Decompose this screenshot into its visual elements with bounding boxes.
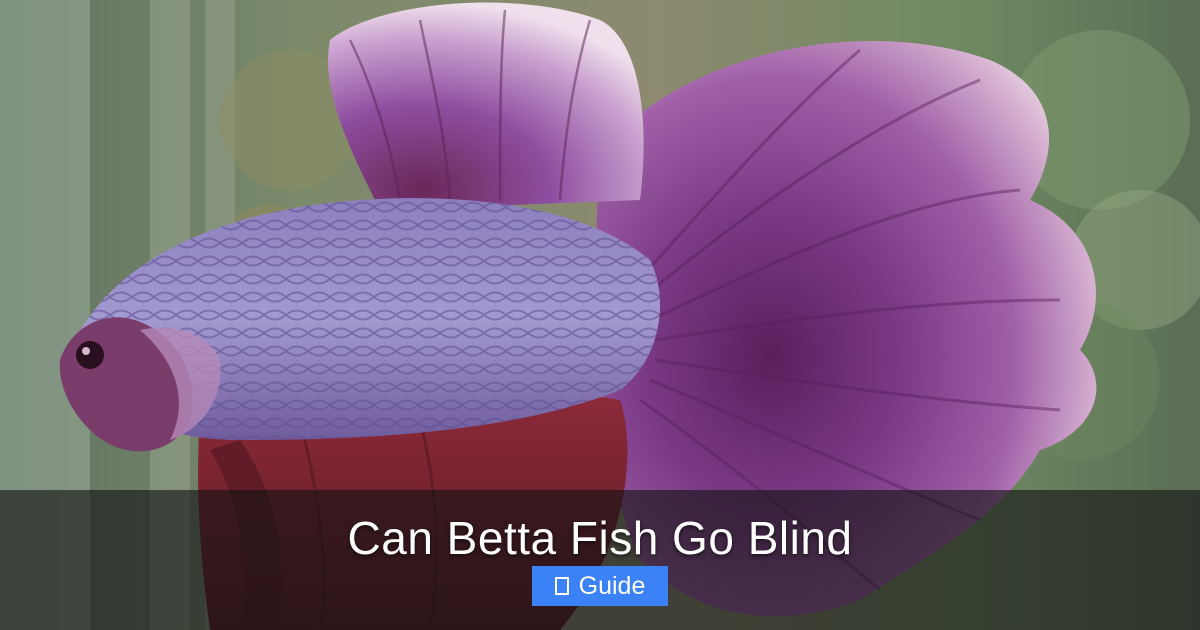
hero-image-card: Can Betta Fish Go Blind Guide — [0, 0, 1200, 630]
missing-glyph-icon — [554, 577, 569, 595]
guide-badge-label: Guide — [578, 572, 646, 600]
guide-badge[interactable]: Guide — [532, 566, 668, 606]
page-title: Can Betta Fish Go Blind — [347, 512, 853, 564]
